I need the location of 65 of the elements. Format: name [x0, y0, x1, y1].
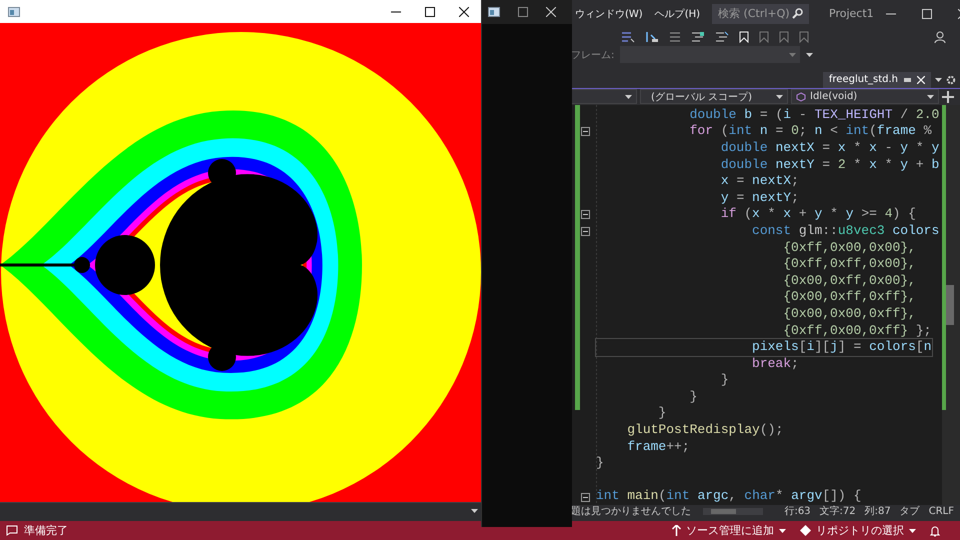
- collapse-icon[interactable]: [581, 226, 590, 236]
- status-message: 題は見つかりませんでした: [571, 505, 691, 518]
- code-line: int main(int argc, char* argv[]) {: [596, 488, 862, 506]
- caret-icon[interactable]: [927, 94, 934, 99]
- code-line: double nextX = x * x - y * y: [720, 140, 940, 157]
- caret-icon[interactable]: [776, 94, 783, 99]
- caret-icon[interactable]: [935, 78, 942, 82]
- window-icon: [488, 7, 500, 17]
- collapse-icon[interactable]: [581, 492, 590, 502]
- code-line: if (x * x + y * y >= 4) {: [720, 206, 916, 223]
- code-line: glutPostRedisplay();: [626, 422, 784, 439]
- search-field[interactable]: 検索 (Ctrl+Q): [712, 4, 810, 24]
- code-line: {0x00,0xff,0xff},: [782, 289, 916, 306]
- repository-button[interactable]: リポジトリの選択: [816, 523, 904, 538]
- code-line: double b = (i - TEX_HEIGHT / 2.0: [688, 106, 940, 124]
- collapse-icon[interactable]: [581, 127, 590, 136]
- scope-dropdown[interactable]: (グローバル スコープ): [640, 89, 788, 104]
- window-icon: [8, 6, 20, 16]
- collapse-icon[interactable]: [581, 210, 590, 220]
- caret-icon[interactable]: [909, 528, 916, 533]
- code-line: const glm::u8vec3 colors: [751, 222, 940, 240]
- horizontal-scrollbar[interactable]: [703, 508, 763, 516]
- up-arrow-icon: [672, 525, 681, 536]
- code-line: {0xff,0xff,0x00},: [782, 256, 916, 273]
- indent-mode[interactable]: タブ: [900, 505, 920, 518]
- caret-icon[interactable]: [471, 508, 478, 512]
- line-number: 行:63: [784, 505, 811, 518]
- code-line: }: [657, 405, 666, 422]
- code-line: {0x00,0xff,0x00},: [782, 272, 916, 290]
- bell-icon[interactable]: [930, 524, 940, 537]
- vertical-scrollbar[interactable]: [942, 104, 960, 506]
- menu-item[interactable]: ヘルプ(H): [654, 6, 700, 21]
- code-line: x = nextX;: [720, 173, 799, 190]
- list-icon[interactable]: [669, 30, 681, 43]
- frame-label: フレーム:: [571, 48, 614, 62]
- code-line: {0xff,0x00,0xff} };: [782, 322, 932, 340]
- project-name: Project1: [829, 7, 874, 20]
- code-line: for (int n = 0; n < int(frame %: [688, 123, 932, 140]
- code-line: frame++;: [626, 438, 690, 456]
- gear-icon[interactable]: [946, 74, 956, 85]
- search-icon[interactable]: [792, 8, 804, 20]
- close-icon[interactable]: [459, 6, 469, 16]
- char-number: 文字:72: [820, 505, 856, 518]
- code-line: }: [688, 388, 698, 406]
- code-line: }: [720, 372, 729, 389]
- column-number: 列:87: [864, 505, 891, 518]
- caret-icon[interactable]: [779, 528, 786, 533]
- member-dropdown[interactable]: Idle(void): [791, 89, 939, 104]
- source-control-button[interactable]: ソース管理に追加: [686, 523, 774, 538]
- document-tab[interactable]: freeglut_std.h: [822, 72, 931, 88]
- code-line: y = nextY;: [720, 190, 799, 206]
- person-icon[interactable]: [934, 30, 948, 44]
- code-line: break;: [751, 356, 799, 372]
- diamond-icon: [800, 525, 811, 536]
- code-line: {0x00,0x00,0xff},: [782, 306, 916, 323]
- code-line: pixels[i][j] = colors[n: [596, 339, 932, 356]
- caret-icon[interactable]: [625, 94, 632, 99]
- code-line: double nextY = 2 * x * y + b: [720, 156, 940, 174]
- caret-icon[interactable]: [806, 52, 814, 57]
- menu-item[interactable]: ウィンドウ(W): [575, 6, 643, 21]
- line-ending[interactable]: CRLF: [928, 505, 954, 518]
- maximize-icon[interactable]: [425, 6, 435, 16]
- code-line: {0xff,0x00,0x00},: [782, 240, 916, 256]
- status-text: 準備完了: [24, 523, 68, 538]
- code-line: }: [596, 455, 604, 472]
